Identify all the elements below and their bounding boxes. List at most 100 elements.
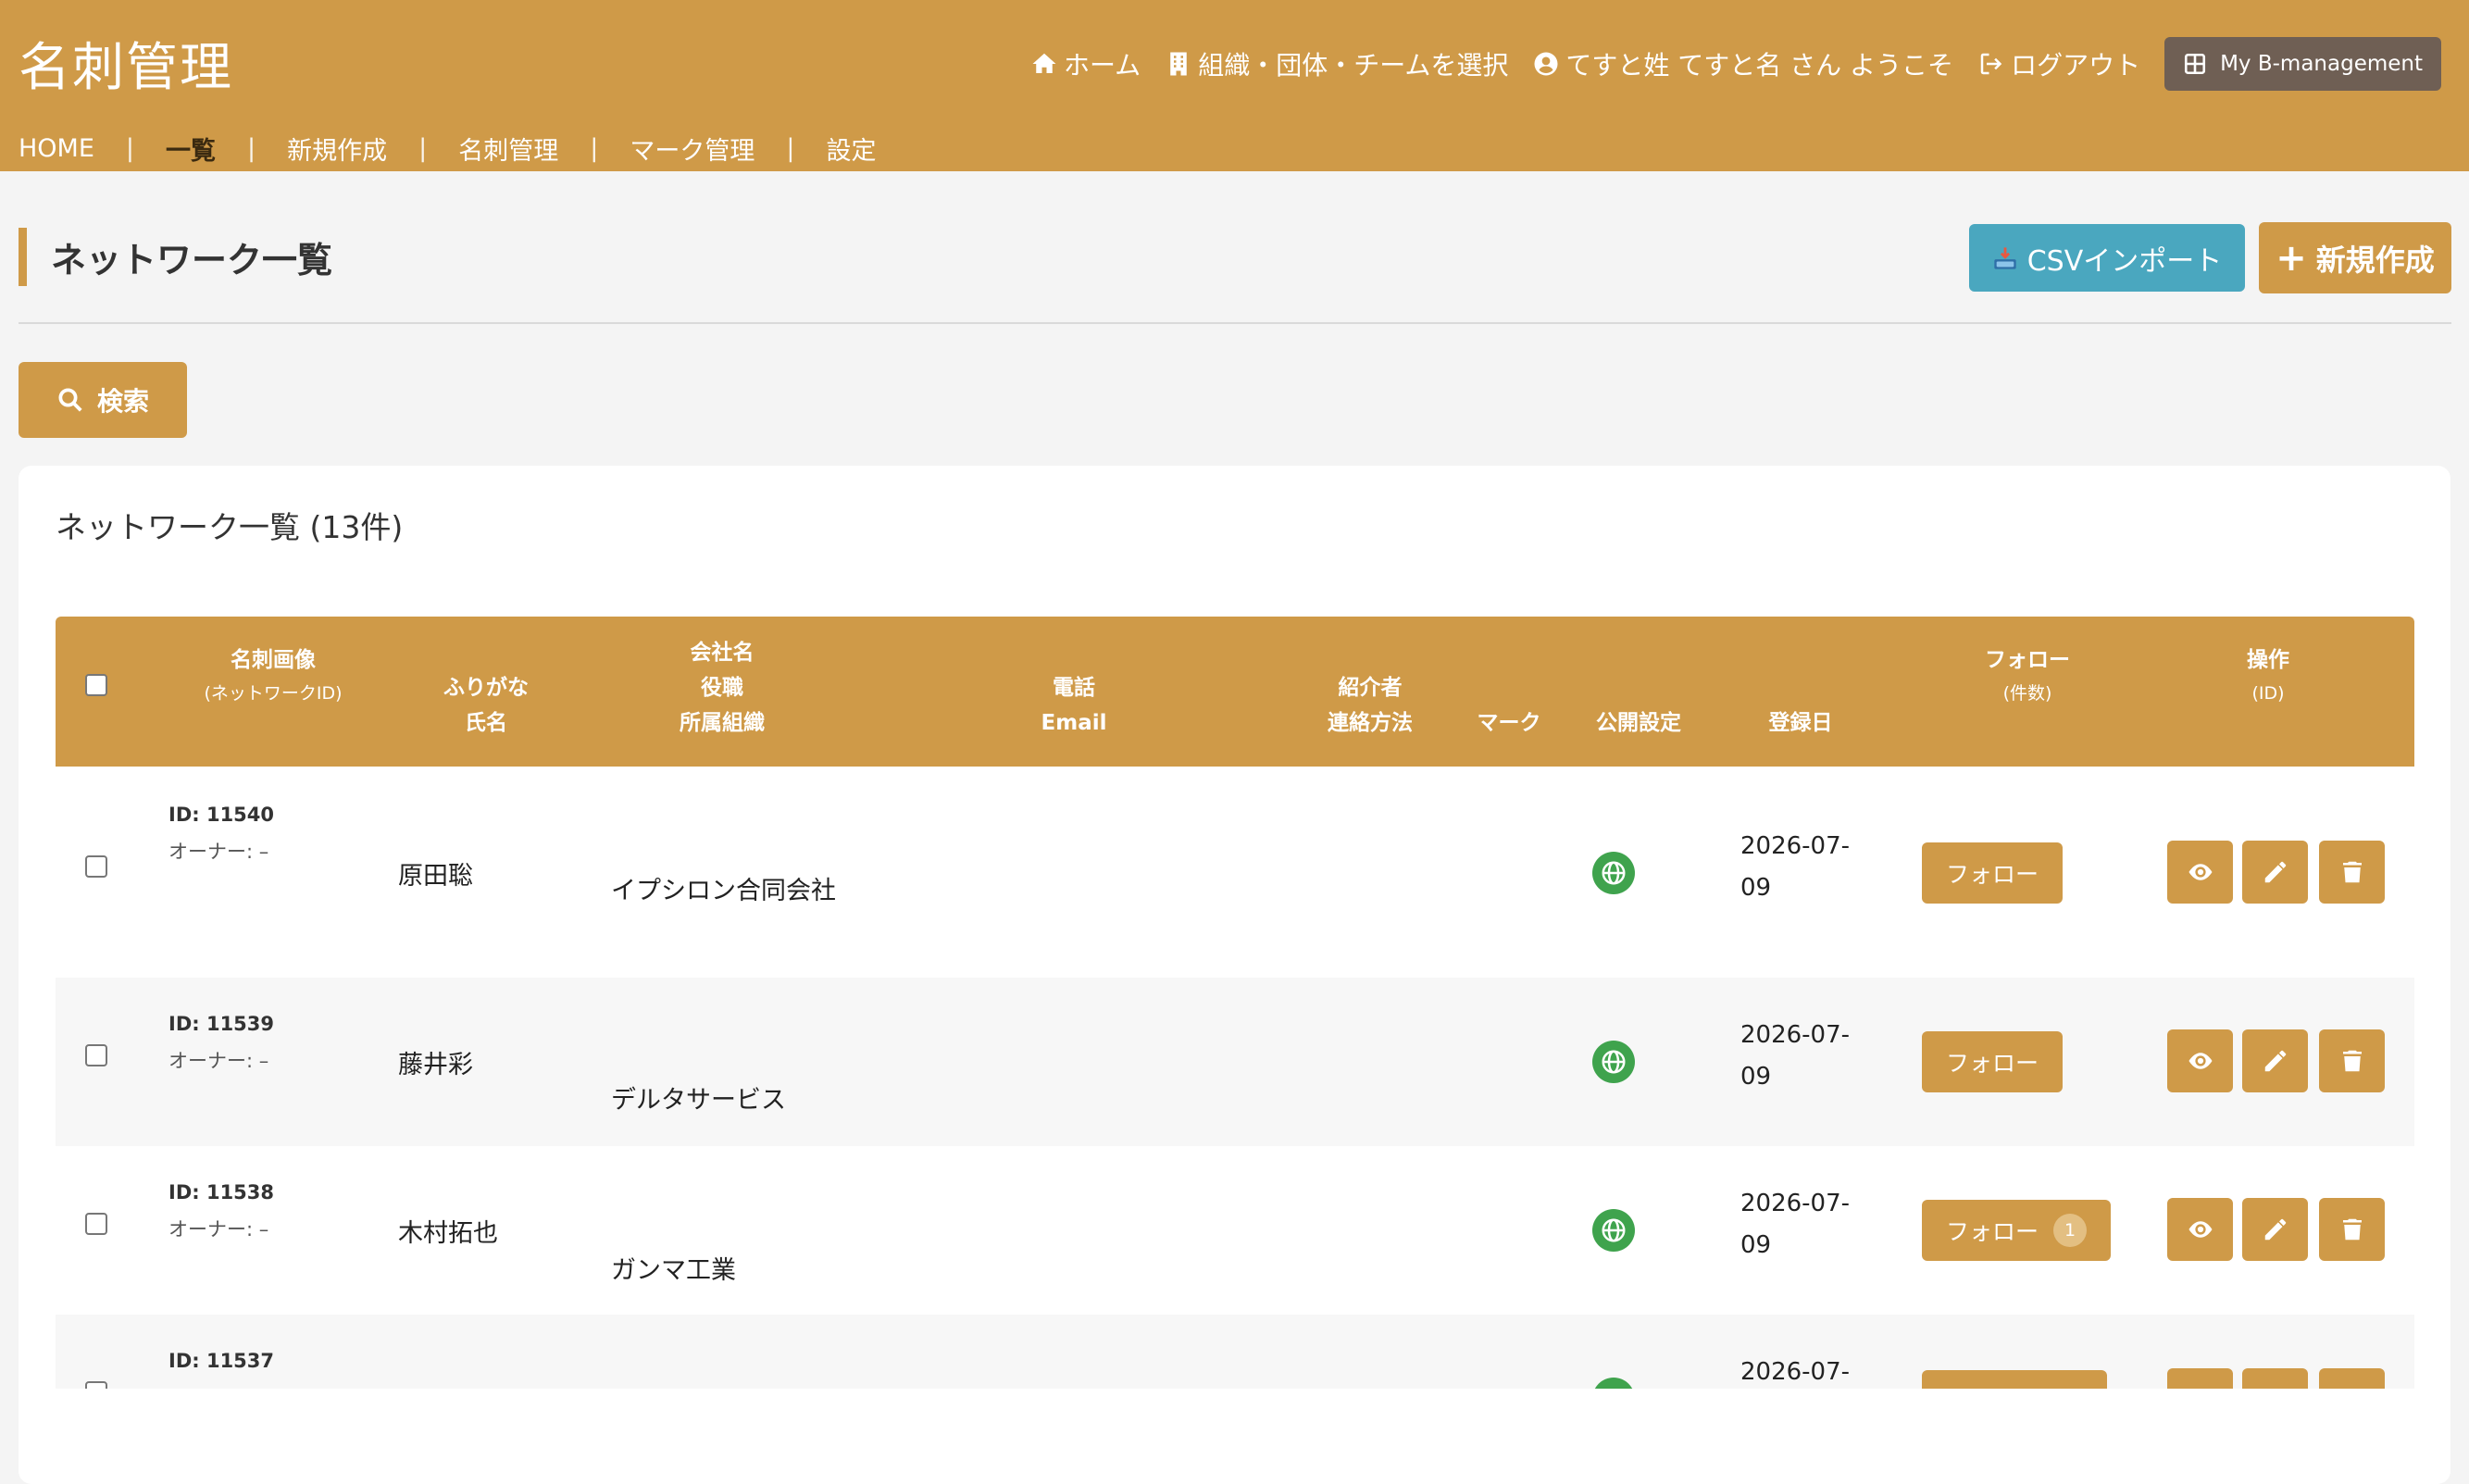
search-button-label: 検索 [96,386,149,417]
pencil-icon [2264,861,2286,883]
row-edit-button[interactable] [2242,1198,2308,1261]
subnav-settings[interactable]: 設定 [826,131,876,167]
row-id: ID: 11537 [168,1350,275,1372]
row-company: デルタサービス [611,1086,786,1115]
table-row: ID: 11540 オーナー: – 原田聡 イプシロン合同会社 2026-07-… [56,767,2414,978]
row-id: ID: 11538 [168,1181,275,1203]
search-icon [58,388,82,412]
row-id: ID: 11539 [168,1013,275,1035]
row-view-button[interactable] [2167,1029,2233,1092]
col-contact-label: 連絡方法 [1328,711,1413,735]
new-button-label: 新規作成 [2315,242,2435,278]
row-follow-button[interactable]: フォロー [1922,1031,2064,1092]
row-view-button[interactable] [2167,1368,2233,1389]
subnav-list[interactable]: 一覧 [166,131,216,167]
my-bm-button[interactable]: My B-management [2164,37,2441,91]
subnav-home[interactable]: HOME [19,134,94,163]
app-header: 名刺管理 ホーム 組織・団体・チームを選択 てすと姓 てすと名 さん ようこそ … [0,0,2469,171]
nav-home[interactable]: ホーム [1030,45,1141,82]
my-bm-label: My B-management [2220,52,2423,76]
row-follow-button[interactable] [1922,1370,2107,1389]
col-follow-label: フォロー [1985,648,2070,672]
row-checkbox[interactable] [85,855,107,878]
inbox-tray-icon [1994,246,2016,269]
row-follow-count-badge: 1 [2053,1214,2088,1247]
row-delete-button[interactable] [2319,841,2385,904]
col-mark: マーク [1477,711,1541,735]
trash-icon [2342,861,2362,883]
col-image-sub: (ネットワークID) [204,683,343,704]
row-view-button[interactable] [2167,1198,2233,1261]
col-company: 会社名 役職 所属組織 [662,635,782,741]
trash-icon [2342,1050,2362,1072]
col-referrer: 紹介者 連絡方法 [1305,670,1435,741]
top-nav: ホーム 組織・団体・チームを選択 てすと姓 てすと名 さん ようこそ ログアウト… [1006,37,2441,91]
subnav-separator: | [125,134,135,163]
col-email-label: Email [1041,711,1107,735]
row-follow-button[interactable]: フォロー [1922,842,2064,904]
list-title: ネットワーク一覧 (13件) [56,509,404,545]
trash-icon [2342,1218,2362,1241]
nav-logout[interactable]: ログアウト [1977,45,2140,82]
row-checkbox[interactable] [85,1381,107,1389]
row-follow-label: フォロー [1946,861,2039,888]
csv-import-label: CSVインポート [2026,244,2223,278]
row-follow-button[interactable]: フォロー 1 [1922,1200,2112,1261]
col-company-label: 会社名 [690,641,754,665]
logout-icon [1980,53,2002,75]
row-delete-button[interactable] [2319,1198,2385,1261]
divider [19,322,2451,324]
subnav-new[interactable]: 新規作成 [287,131,387,167]
public-globe-icon [1592,1041,1635,1083]
row-reg-date: 2026-07- [1740,1358,1851,1386]
row-edit-button[interactable] [2242,1029,2308,1092]
row-name: 原田聡 [398,862,473,891]
row-company: イプシロン合同会社 [611,877,836,905]
col-ops: 操作 (ID) [2222,642,2314,709]
col-ops-label: 操作 [2247,648,2289,672]
col-public: 公開設定 [1596,711,1681,735]
building-icon [1170,52,1187,76]
col-furigana-label: ふりがな [443,676,529,700]
row-name: 藤井彩 [398,1051,473,1079]
row-delete-button[interactable] [2319,1368,2385,1389]
nav-select-org-label: 組織・団体・チームを選択 [1198,50,1509,81]
row-reg-date: 2026-07-09 [1740,1021,1851,1091]
page-title: ネットワーク一覧 [19,228,332,286]
row-view-button[interactable] [2167,841,2233,904]
row-checkbox[interactable] [85,1044,107,1066]
new-button[interactable]: + 新規作成 [2259,222,2451,293]
table-row: ID: 11539 オーナー: – 藤井彩 デルタサービス 2026-07-09… [56,978,2414,1146]
plus-icon: + [2276,236,2307,280]
pencil-icon [2264,1218,2286,1241]
col-reg-date: 登録日 [1768,711,1833,735]
row-edit-button[interactable] [2242,841,2308,904]
nav-select-org[interactable]: 組織・団体・チームを選択 [1165,45,1508,82]
public-globe-icon [1592,1378,1635,1389]
table-header: 名刺画像 (ネットワークID) ふりがな 氏名 会社名 役職 所属組織 電話 E… [56,617,2414,767]
row-checkbox[interactable] [85,1213,107,1235]
brand-title[interactable]: 名刺管理 [19,26,233,101]
col-name: ふりがな 氏名 [421,670,551,741]
nav-welcome[interactable]: てすと姓 てすと名 さん ようこそ [1532,45,1953,82]
csv-import-button[interactable]: CSVインポート [1969,224,2245,292]
subnav-cards[interactable]: 名刺管理 [458,131,558,167]
table-row: ID: 11538 オーナー: – 木村拓也 ガンマ工業 2026-07-09 … [56,1146,2414,1315]
col-org-label: 所属組織 [680,711,765,735]
home-icon [1032,53,1056,73]
search-button[interactable]: 検索 [19,362,187,438]
row-edit-button[interactable] [2242,1368,2308,1389]
select-all-checkbox[interactable] [85,674,107,696]
user-circle-icon [1534,52,1558,76]
row-reg-date: 2026-07-09 [1740,1190,1851,1259]
public-globe-icon [1592,1209,1635,1252]
row-delete-button[interactable] [2319,1029,2385,1092]
col-image: 名刺画像 (ネットワークID) [181,642,366,709]
nav-welcome-label: てすと姓 てすと名 さん ようこそ [1565,50,1954,81]
subnav-separator: | [590,134,599,163]
subnav-marks[interactable]: マーク管理 [630,131,754,167]
row-follow-label: フォロー [1946,1218,2039,1245]
col-image-label: 名刺画像 [231,648,316,672]
row-follow-label: フォロー [1946,1050,2039,1077]
col-referrer-label: 紹介者 [1338,676,1403,700]
